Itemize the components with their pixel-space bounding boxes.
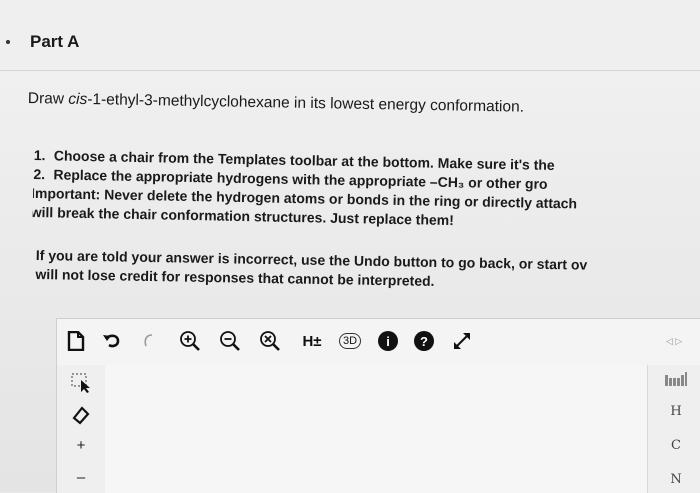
panel-toggle[interactable]: ◁ ▷	[663, 329, 685, 353]
drawing-editor: H± 3D i ? ◁ ▷ + – H C N	[56, 318, 700, 493]
part-title: Part A	[30, 32, 80, 51]
zoom-in-button[interactable]	[179, 329, 201, 353]
zoom-reset-button[interactable]	[259, 329, 281, 353]
question-italic: cis	[68, 90, 88, 109]
zoom-out-icon	[220, 331, 240, 351]
three-d-label: 3D	[339, 333, 362, 349]
instruction-number: 2.	[33, 165, 46, 183]
redo-icon	[144, 334, 153, 347]
info-button[interactable]: i	[377, 329, 399, 353]
zoom-out-button[interactable]	[219, 329, 241, 353]
help-icon: ?	[414, 331, 434, 351]
question-suffix: -1-ethyl-3-methylcyclohexane in its lowe…	[87, 91, 525, 116]
instructions-list: 1. Choose a chair from the Templates tool…	[33, 146, 700, 235]
charge-minus-button[interactable]: –	[69, 465, 93, 489]
eraser-tool-button[interactable]	[69, 403, 93, 427]
zoom-reset-icon	[260, 331, 280, 351]
atom-carbon-button[interactable]: C	[656, 435, 696, 455]
undo-icon	[103, 334, 120, 348]
page: Part A Draw cis-1-ethyl-3-methylcyclohex…	[0, 0, 700, 493]
bullet-dot	[6, 40, 10, 44]
left-tool-panel: + –	[57, 365, 106, 493]
charge-plus-button[interactable]: +	[69, 433, 93, 457]
lasso-select-icon	[71, 373, 90, 393]
zoom-in-icon	[180, 331, 200, 351]
instruction-number: 1.	[33, 146, 46, 164]
info-icon: i	[378, 331, 398, 351]
expand-icon	[454, 333, 470, 349]
redo-button[interactable]	[137, 329, 159, 353]
three-d-view-button[interactable]: 3D	[339, 329, 362, 353]
eraser-icon	[72, 406, 90, 425]
question-text: Draw cis-1-ethyl-3-methylcyclohexane in …	[28, 90, 524, 117]
question-prefix: Draw	[27, 90, 69, 108]
new-document-button[interactable]	[65, 329, 87, 353]
periodic-table-button[interactable]	[656, 369, 696, 389]
toggle-hydrogens-button[interactable]: H±	[301, 329, 323, 353]
editor-toolbar: H± 3D i ? ◁ ▷	[57, 319, 700, 366]
drawing-canvas[interactable]	[105, 365, 647, 493]
periodic-table-icon	[665, 372, 687, 386]
atom-panel: H C N	[647, 365, 700, 493]
expand-button[interactable]	[451, 329, 473, 353]
undo-button[interactable]	[101, 329, 123, 353]
select-tool-button[interactable]	[69, 371, 93, 395]
header-band: Part A	[0, 0, 700, 71]
atom-nitrogen-button[interactable]: N	[656, 469, 696, 489]
help-button[interactable]: ?	[413, 329, 435, 353]
document-icon	[67, 331, 85, 351]
atom-hydrogen-button[interactable]: H	[656, 401, 696, 421]
note-text: If you are told your answer is incorrect…	[35, 246, 700, 296]
